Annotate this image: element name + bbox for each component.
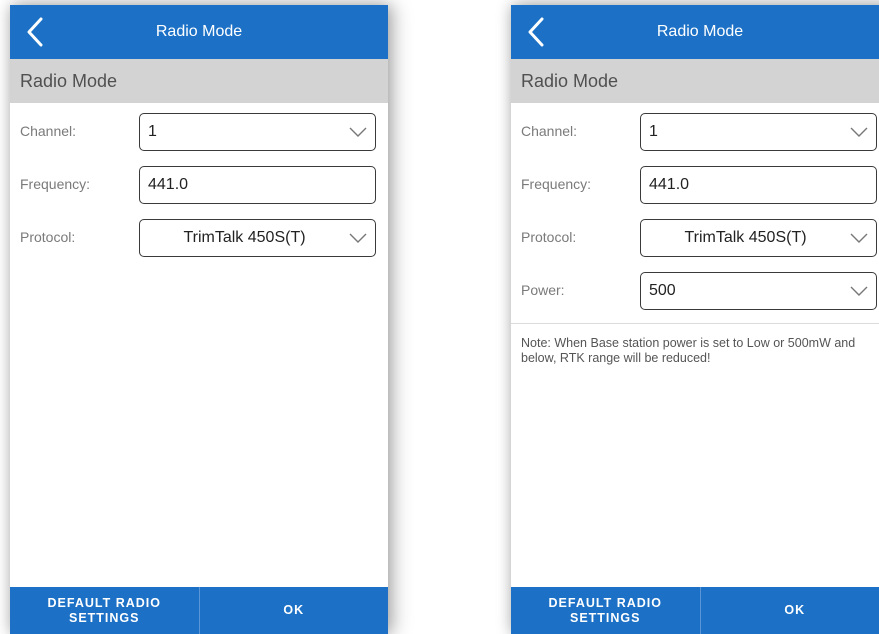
chevron-left-icon [27,17,43,47]
channel-label: Channel: [521,123,578,139]
frequency-label: Frequency: [20,176,91,192]
radio-mode-screen-left: Radio Mode Radio Mode Channel: 1 Frequen… [10,5,388,634]
chevron-left-icon [528,17,544,47]
channel-value: 1 [649,123,658,140]
chevron-down-icon [850,127,868,137]
frequency-input[interactable]: 441.0 [640,166,877,204]
frequency-input[interactable]: 441.0 [139,166,376,204]
chevron-down-icon [349,127,367,137]
frequency-label: Frequency: [521,176,592,192]
channel-row: Channel: 1 [511,103,879,156]
bottom-action-bar: DEFAULT RADIO SETTINGS OK [511,587,879,634]
channel-value: 1 [148,123,157,140]
power-value: 500 [649,282,676,299]
default-radio-settings-button[interactable]: DEFAULT RADIO SETTINGS [511,587,700,634]
channel-select[interactable]: 1 [640,113,877,151]
protocol-select[interactable]: TrimTalk 450S(T) [640,219,877,257]
bottom-action-bar: DEFAULT RADIO SETTINGS OK [10,587,388,634]
power-row: Power: 500 [511,262,879,315]
chevron-down-icon [850,286,868,296]
protocol-row: Protocol: TrimTalk 450S(T) [10,209,388,262]
protocol-select[interactable]: TrimTalk 450S(T) [139,219,376,257]
protocol-value: TrimTalk 450S(T) [183,229,306,246]
default-radio-settings-label: DEFAULT RADIO SETTINGS [548,595,662,625]
channel-label: Channel: [20,123,77,139]
frequency-row: Frequency: 441.0 [10,156,388,209]
protocol-label: Protocol: [521,229,577,245]
power-label: Power: [521,282,565,298]
frequency-row: Frequency: 441.0 [511,156,879,209]
back-button[interactable] [519,15,553,49]
frequency-value: 441.0 [148,176,189,193]
back-button[interactable] [18,15,52,49]
power-select[interactable]: 500 [640,272,877,310]
default-radio-settings-button[interactable]: DEFAULT RADIO SETTINGS [10,587,199,634]
section-header: Radio Mode [511,59,879,103]
channel-select[interactable]: 1 [139,113,376,151]
protocol-value: TrimTalk 450S(T) [684,229,807,246]
chevron-down-icon [850,233,868,243]
section-header: Radio Mode [10,59,388,103]
protocol-row: Protocol: TrimTalk 450S(T) [511,209,879,262]
ok-button[interactable]: OK [701,587,879,634]
radio-mode-screen-right: Radio Mode Radio Mode Channel: 1 Frequen… [511,5,879,634]
app-bar-title: Radio Mode [155,23,243,40]
power-note: Note: When Base station power is set to … [521,336,856,365]
frequency-value: 441.0 [649,176,690,193]
ok-label: OK [784,603,806,617]
ok-button[interactable]: OK [200,587,389,634]
ok-label: OK [283,603,305,617]
default-radio-settings-label: DEFAULT RADIO SETTINGS [47,595,161,625]
app-bar: Radio Mode [511,5,879,59]
chevron-down-icon [349,233,367,243]
app-bar-title: Radio Mode [656,23,744,40]
channel-row: Channel: 1 [10,103,388,156]
protocol-label: Protocol: [20,229,76,245]
app-bar: Radio Mode [10,5,388,59]
